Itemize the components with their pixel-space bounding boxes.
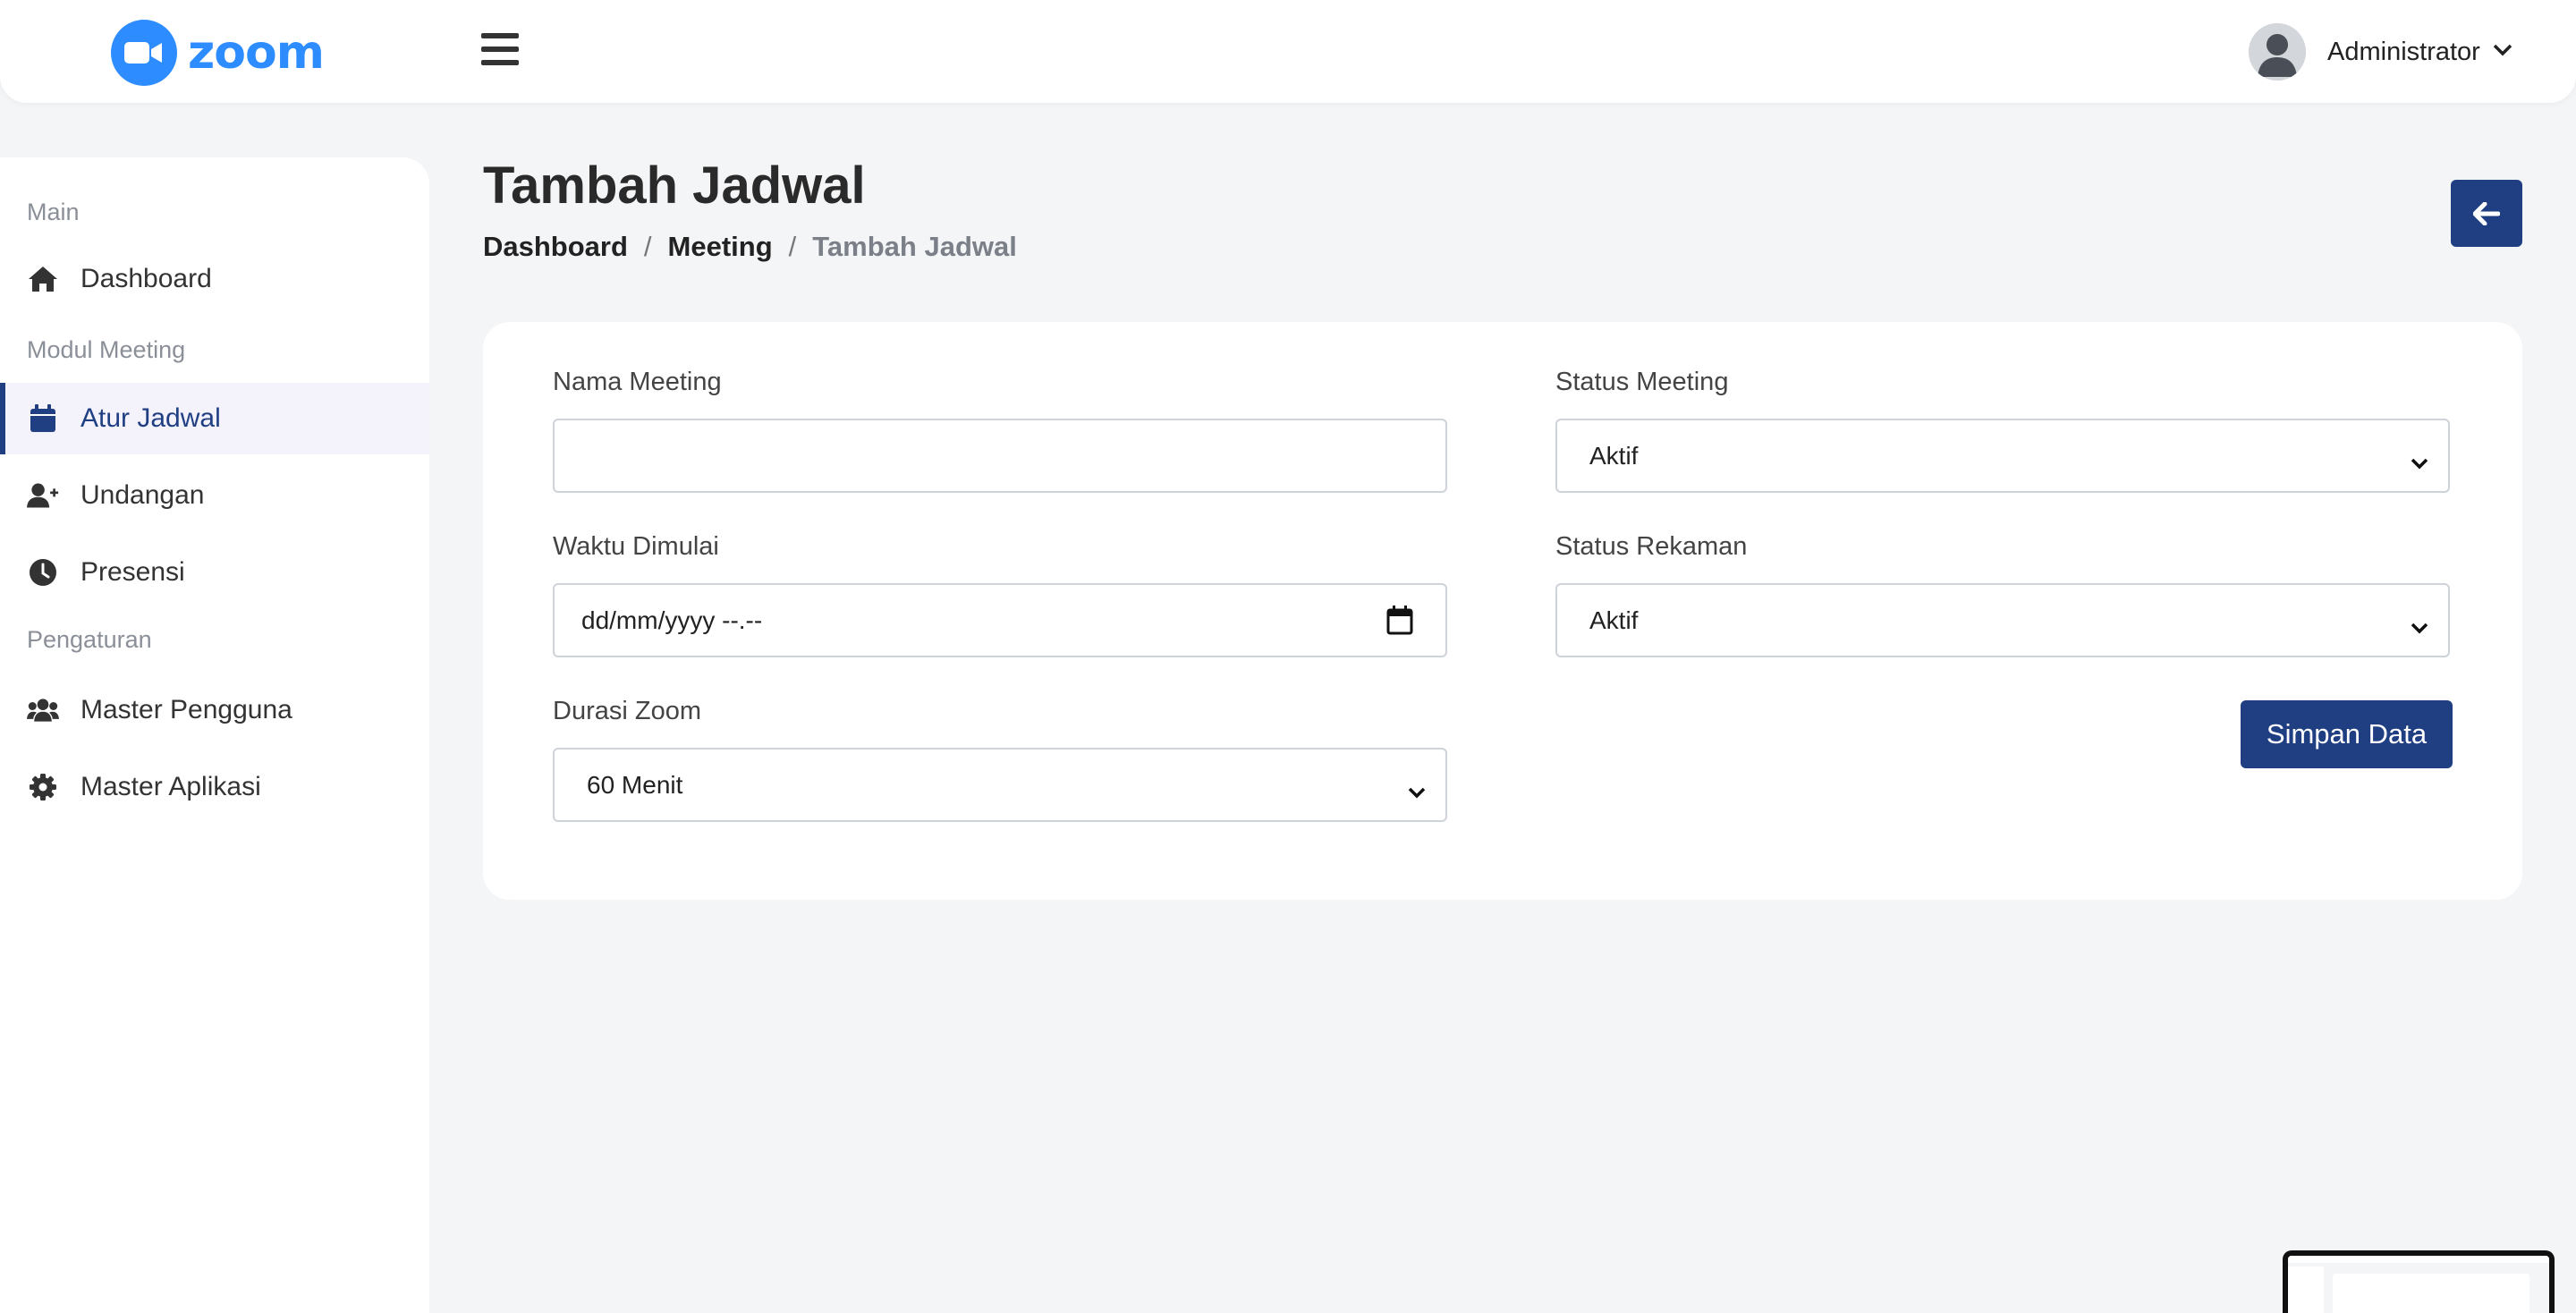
durasi-zoom-label: Durasi Zoom xyxy=(553,697,701,725)
nama-meeting-input[interactable] xyxy=(553,419,1447,493)
chevron-down-icon xyxy=(2411,447,2428,476)
page-title: Tambah Jadwal xyxy=(483,157,866,215)
durasi-zoom-select[interactable]: 60 Menit xyxy=(553,748,1447,822)
gear-icon xyxy=(27,771,59,803)
durasi-zoom-value: 60 Menit xyxy=(587,770,683,799)
section-modul-meeting: Modul Meeting xyxy=(27,336,186,363)
sidebar-item-master-aplikasi[interactable]: Master Aplikasi xyxy=(0,751,429,823)
waktu-dimulai-input[interactable]: dd/mm/yyyy --.-- xyxy=(553,583,1447,657)
status-rekaman-value: Aktif xyxy=(1589,606,1639,634)
save-button[interactable]: Simpan Data xyxy=(2241,700,2453,768)
clock-icon xyxy=(27,556,59,589)
section-main: Main xyxy=(27,199,80,225)
status-rekaman-select[interactable]: Aktif xyxy=(1555,583,2450,657)
sidebar-item-label: Master Pengguna xyxy=(80,695,292,724)
waktu-dimulai-label: Waktu Dimulai xyxy=(553,532,719,561)
breadcrumb-dashboard[interactable]: Dashboard xyxy=(483,231,628,263)
status-rekaman-label: Status Rekaman xyxy=(1555,532,1748,561)
breadcrumb: Dashboard / Meeting / Tambah Jadwal xyxy=(483,231,1017,263)
form-card: Nama Meeting Waktu Dimulai dd/mm/yyyy --… xyxy=(483,322,2522,900)
zoom-logo[interactable]: zoom xyxy=(111,20,325,86)
logo-text: zoom xyxy=(188,26,325,80)
user-name: Administrator xyxy=(2327,37,2480,66)
breadcrumb-separator: / xyxy=(788,231,797,262)
calendar-icon xyxy=(27,402,59,435)
breadcrumb-current: Tambah Jadwal xyxy=(812,231,1017,262)
sidebar-item-presensi[interactable]: Presensi xyxy=(0,537,429,608)
user-plus-icon xyxy=(27,479,59,512)
status-meeting-select[interactable]: Aktif xyxy=(1555,419,2450,493)
status-meeting-value: Aktif xyxy=(1589,441,1639,470)
user-menu[interactable]: Administrator xyxy=(2249,23,2512,80)
sidebar-item-label: Presensi xyxy=(80,557,185,587)
video-camera-icon xyxy=(111,20,177,86)
calendar-picker-icon[interactable] xyxy=(1386,605,1413,641)
sidebar-item-label: Atur Jadwal xyxy=(80,403,221,433)
status-meeting-label: Status Meeting xyxy=(1555,368,1729,396)
thumbnail-preview xyxy=(2288,1256,2549,1313)
sidebar: Main Dashboard Modul Meeting Atur Jadwal… xyxy=(0,157,429,1313)
chevron-down-icon xyxy=(2493,44,2512,61)
screenshot-thumbnail[interactable] xyxy=(2283,1250,2555,1313)
nama-meeting-label: Nama Meeting xyxy=(553,368,722,396)
sidebar-item-undangan[interactable]: Undangan xyxy=(0,460,429,531)
arrow-left-icon xyxy=(2473,201,2500,225)
sidebar-item-label: Master Aplikasi xyxy=(80,772,261,801)
sidebar-item-master-pengguna[interactable]: Master Pengguna xyxy=(0,674,429,746)
back-button[interactable] xyxy=(2451,180,2522,247)
breadcrumb-meeting[interactable]: Meeting xyxy=(668,231,773,263)
datetime-placeholder: dd/mm/yyyy --.-- xyxy=(581,606,763,634)
menu-toggle-icon[interactable] xyxy=(481,31,519,67)
home-icon xyxy=(27,263,59,295)
chevron-down-icon xyxy=(2411,612,2428,640)
sidebar-item-label: Dashboard xyxy=(80,264,212,293)
section-pengaturan: Pengaturan xyxy=(27,626,152,653)
avatar xyxy=(2249,23,2306,80)
sidebar-item-label: Undangan xyxy=(80,480,205,510)
top-header: zoom Administrator xyxy=(0,0,2576,103)
sidebar-item-atur-jadwal[interactable]: Atur Jadwal xyxy=(0,383,429,454)
users-icon xyxy=(27,694,59,726)
breadcrumb-separator: / xyxy=(643,231,652,262)
chevron-down-icon xyxy=(1408,776,1426,805)
sidebar-item-dashboard[interactable]: Dashboard xyxy=(0,243,429,315)
